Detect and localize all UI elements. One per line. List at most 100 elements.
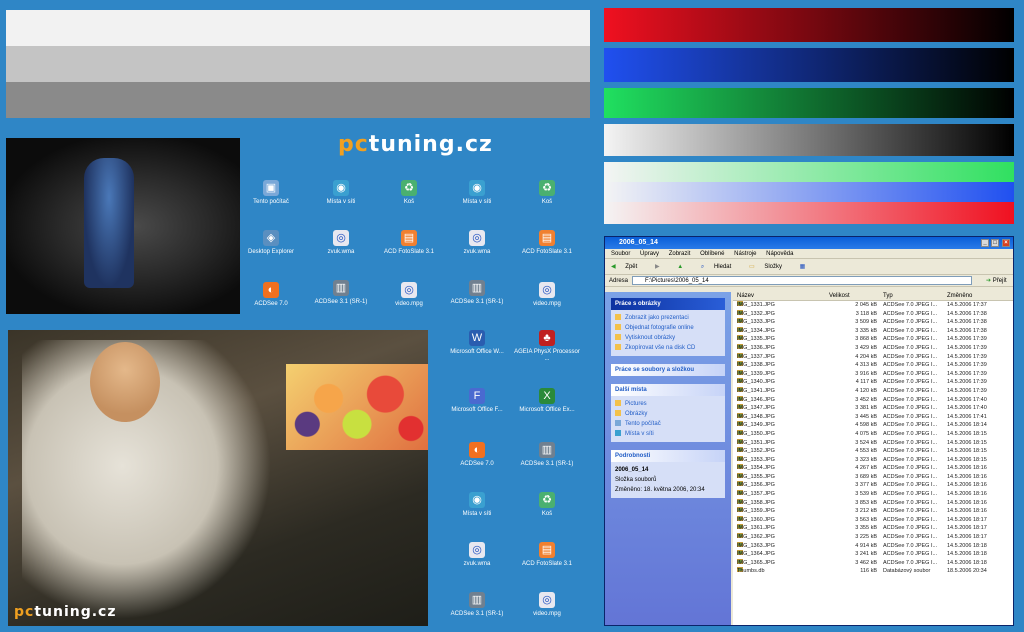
table-row[interactable]: IMG_1349.JPG 4 598 kB ACDSee 7.0 JPEG I...… [733,421,1013,430]
minimize-button[interactable]: _ [981,239,989,247]
place-my-computer[interactable]: Tento počítač [615,419,721,429]
table-row[interactable]: IMG_1337.JPG 4 204 kB ACDSee 7.0 JPEG I...… [733,352,1013,362]
desktop-icon-physx[interactable]: ♣ AGEIA PhysX Processor ... [512,330,582,363]
table-row[interactable]: IMG_1351.JPG 3 524 kB ACDSee 7.0 JPEG I...… [733,438,1013,448]
place-pictures[interactable]: Pictures [615,399,721,409]
up-folder-button[interactable]: ▲ [677,264,691,270]
back-button[interactable]: ◀ Zpět [611,264,645,270]
table-row[interactable]: IMG_1338.JPG 4 313 kB ACDSee 7.0 JPEG I...… [733,361,1013,370]
table-row[interactable]: IMG_1359.JPG 3 212 kB ACDSee 7.0 JPEG I...… [733,507,1013,516]
menu-upravy[interactable]: Úpravy [640,251,659,257]
col-name[interactable]: Název [737,292,754,301]
file-size-cell: 3 452 kB [855,396,877,403]
panel-details-header[interactable]: Podrobnosti [611,450,725,462]
table-row[interactable]: IMG_1365.JPG 3 462 kB ACDSee 7.0 JPEG I...… [733,558,1013,568]
photo-fruit [286,364,428,450]
desktop-icon-acdsee7-2[interactable]: ◐ ACDSee 7.0 [442,442,512,468]
desktop-icon-word[interactable]: W Microsoft Office W... [442,330,512,356]
task-print[interactable]: Vytisknout obrázky [615,333,721,343]
desktop-icon-video[interactable]: ◎ video.mpg [374,282,444,308]
panel-other-places-header[interactable]: Další místa [611,384,725,396]
table-row[interactable]: IMG_1339.JPG 3 916 kB ACDSee 7.0 JPEG I...… [733,369,1013,379]
desktop-icon-frontpage[interactable]: F Microsoft Office F... [442,388,512,414]
table-row[interactable]: IMG_1348.JPG 3 445 kB ACDSee 7.0 JPEG I...… [733,412,1013,422]
table-row[interactable]: IMG_1332.JPG 3 118 kB ACDSee 7.0 JPEG I...… [733,309,1013,319]
desktop-icon-fotoslate[interactable]: ▤ ACD FotoSlate 3.1 [374,230,444,256]
desktop-icon-my-computer[interactable]: ▣ Tento počítač [236,180,306,206]
menu-napoveda[interactable]: Nápověda [766,251,793,257]
desktop-icon-video-3[interactable]: ◎ video.mpg [512,592,582,618]
desktop-icon-fotoslate-2[interactable]: ▤ ACD FotoSlate 3.1 [512,230,582,256]
menu-soubor[interactable]: Soubor [611,251,630,257]
desktop-icon-excel[interactable]: X Microsoft Office Ex... [512,388,582,414]
desktop-icon-zvuk-3[interactable]: ◎ zvuk.wma [442,542,512,568]
table-row[interactable]: IMG_1363.JPG 4 914 kB ACDSee 7.0 JPEG I...… [733,541,1013,551]
table-row[interactable]: IMG_1362.JPG 3 225 kB ACDSee 7.0 JPEG I...… [733,533,1013,542]
table-row[interactable]: IMG_1358.JPG 3 853 kB ACDSee 7.0 JPEG I...… [733,498,1013,508]
desktop-icon-network[interactable]: ◉ Místa v síti [306,180,376,206]
table-row[interactable]: IMG_1341.JPG 4 120 kB ACDSee 7.0 JPEG I...… [733,386,1013,396]
desktop-icon-acdsee31-2[interactable]: ▥ ACDSee 3.1 (SR-1) [442,280,512,306]
window-titlebar[interactable]: 2006_05_14 _ □ × [605,237,1013,249]
menu-nastroje[interactable]: Nástroje [734,251,756,257]
desktop-icon-recycle-3[interactable]: ♻ Koš [512,492,582,518]
desktop-icon-video-2[interactable]: ◎ video.mpg [512,282,582,308]
table-row[interactable]: IMG_1353.JPG 3 323 kB ACDSee 7.0 JPEG I...… [733,455,1013,465]
table-row[interactable]: IMG_1334.JPG 3 335 kB ACDSee 7.0 JPEG I...… [733,326,1013,336]
go-button[interactable]: ➔ Přejít [986,275,1007,287]
desktop-icon-fotoslate-3[interactable]: ▤ ACD FotoSlate 3.1 [512,542,582,568]
desktop-icon-acdsee7[interactable]: ◐ ACDSee 7.0 [236,282,306,308]
table-row[interactable]: IMG_1352.JPG 4 553 kB ACDSee 7.0 JPEG I...… [733,447,1013,456]
place-obrazky[interactable]: Obrázky [615,409,721,419]
table-row[interactable]: IMG_1361.JPG 3 355 kB ACDSee 7.0 JPEG I...… [733,524,1013,533]
desktop-icon-network-3[interactable]: ◉ Místa v síti [442,492,512,518]
table-row[interactable]: IMG_1331.JPG 2 045 kB ACDSee 7.0 JPEG I...… [733,301,1013,310]
close-button[interactable]: × [1002,239,1010,247]
desktop-icon-acdsee31-4[interactable]: ▥ ACDSee 3.1 (SR-1) [442,592,512,618]
table-row[interactable]: IMG_1336.JPG 3 429 kB ACDSee 7.0 JPEG I...… [733,343,1013,353]
desktop-icon-acdsee31[interactable]: ▥ ACDSee 3.1 (SR-1) [306,280,376,306]
panel-file-tasks-header[interactable]: Práce se soubory a složkou [611,364,725,376]
task-copy-cd[interactable]: Zkopírovat vše na disk CD [615,343,721,353]
table-row[interactable]: IMG_1340.JPG 4 117 kB ACDSee 7.0 JPEG I...… [733,378,1013,387]
person-figure [84,158,134,288]
table-row[interactable]: Thumbs.db 116 kB Databázový soubor 18.5.200… [733,567,1013,576]
col-size[interactable]: Velikost [829,292,850,301]
desktop-icon-zvuk[interactable]: ◎ zvuk.wma [306,230,376,256]
menu-oblibene[interactable]: Oblíbené [700,251,724,257]
explorer-window[interactable]: 2006_05_14 _ □ × Soubor Úpravy Zobrazit … [604,236,1014,626]
search-button[interactable]: ⌕ Hledat [701,264,739,270]
panel-picture-tasks-header[interactable]: Práce s obrázky [611,298,725,310]
maximize-button[interactable]: □ [991,239,999,247]
table-row[interactable]: IMG_1335.JPG 3 868 kB ACDSee 7.0 JPEG I...… [733,335,1013,344]
task-slideshow[interactable]: Zobrazit jako prezentaci [615,313,721,323]
address-field[interactable]: F:\Pictures\2006_05_14 [632,276,973,285]
file-date-cell: 14.5.2006 18:15 [947,439,987,446]
table-row[interactable]: IMG_1354.JPG 4 267 kB ACDSee 7.0 JPEG I...… [733,464,1013,473]
col-type[interactable]: Typ [883,292,893,301]
place-network[interactable]: Místa v síti [615,429,721,439]
folders-button[interactable]: ▭ Složky [749,264,790,270]
views-button[interactable]: ▦ [800,264,814,270]
table-row[interactable]: IMG_1350.JPG 4 075 kB ACDSee 7.0 JPEG I...… [733,429,1013,439]
table-row[interactable]: IMG_1346.JPG 3 452 kB ACDSee 7.0 JPEG I...… [733,395,1013,405]
table-row[interactable]: IMG_1364.JPG 3 241 kB ACDSee 7.0 JPEG I...… [733,550,1013,559]
forward-button[interactable]: ▶ [655,264,668,270]
desktop-icon-desktop-explorer[interactable]: ◈ Desktop Explorer [236,230,306,256]
desktop-icon-recycle-2[interactable]: ♻ Koš [512,180,582,206]
col-modified[interactable]: Změněno [947,292,972,301]
table-row[interactable]: IMG_1357.JPG 3 539 kB ACDSee 7.0 JPEG I...… [733,490,1013,499]
desktop-icon-acdsee31-3[interactable]: ▥ ACDSee 3.1 (SR-1) [512,442,582,468]
task-order-prints[interactable]: Objednat fotografie online [615,323,721,333]
table-row[interactable]: IMG_1355.JPG 3 689 kB ACDSee 7.0 JPEG I...… [733,472,1013,482]
file-type-cell: ACDSee 7.0 JPEG I... [883,439,938,446]
desktop-icon-network-2[interactable]: ◉ Místa v síti [442,180,512,206]
table-row[interactable]: IMG_1333.JPG 3 509 kB ACDSee 7.0 JPEG I...… [733,318,1013,327]
desktop-icon-zvuk-2[interactable]: ◎ zvuk.wma [442,230,512,256]
menu-zobrazit[interactable]: Zobrazit [669,251,691,257]
table-row[interactable]: IMG_1360.JPG 3 563 kB ACDSee 7.0 JPEG I...… [733,515,1013,525]
pctuning-logo: pctuning.cz [338,132,493,157]
table-row[interactable]: IMG_1347.JPG 3 381 kB ACDSee 7.0 JPEG I...… [733,404,1013,413]
table-row[interactable]: IMG_1356.JPG 3 377 kB ACDSee 7.0 JPEG I...… [733,481,1013,490]
desktop-icon-recycle[interactable]: ♻ Koš [374,180,444,206]
